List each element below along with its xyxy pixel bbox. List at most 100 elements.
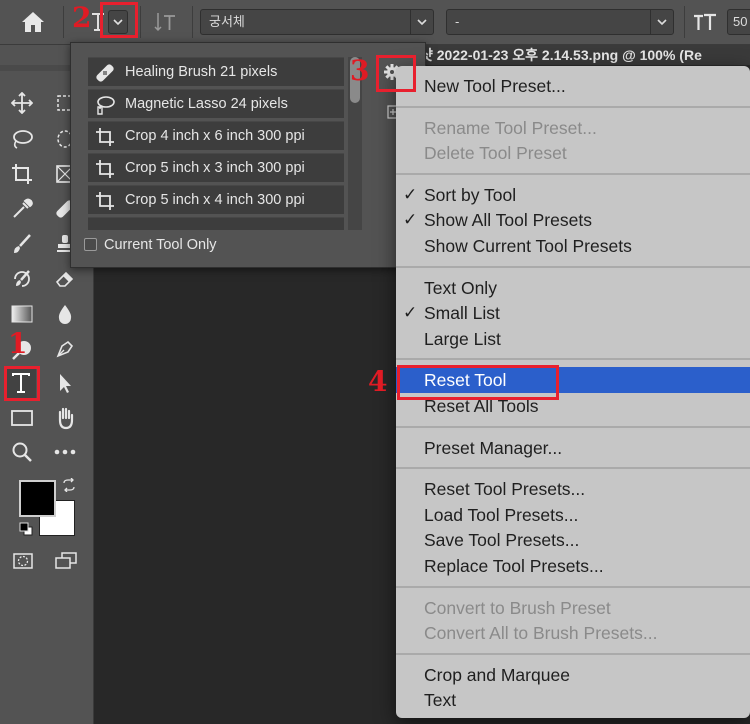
preset-item[interactable]: Crop 4 inch x 6 inch 300 ppi [88,121,344,150]
gradient-tool-icon[interactable] [7,299,37,329]
menu-item-text-only[interactable]: Text Only [396,275,750,301]
home-icon[interactable] [20,10,46,34]
menu-item-label: Replace Tool Presets... [424,556,604,576]
menu-item-save-tool-presets[interactable]: Save Tool Presets... [396,527,750,553]
document-tab[interactable]: 샷 2022-01-23 오후 2.14.53.png @ 100% (Re [420,46,750,65]
menu-item-label: Large List [424,328,501,349]
menu-item-label: New Tool Preset... [424,76,566,96]
menu-item-new-tool-preset[interactable]: New Tool Preset... [396,73,750,99]
menu-item-load-tool-presets[interactable]: Load Tool Presets... [396,502,750,528]
font-size-input[interactable]: 50 [727,9,750,35]
menu-item-label: Text [424,690,457,711]
annotation-step-2: 2 [72,1,92,34]
menu-item-rename-tool-preset: Rename Tool Preset... [396,115,750,141]
menu-item-show-all-tool-presets[interactable]: ✓ Show All Tool Presets [396,207,750,233]
history-brush-tool-icon[interactable] [7,264,37,294]
menu-item-preset-manager[interactable]: Preset Manager... [396,435,750,461]
move-tool-icon[interactable] [7,88,37,118]
menu-item-label: Show All Tool Presets [424,210,592,231]
annotation-step-3: 3 [350,54,370,87]
menu-separator [396,467,750,470]
zoom-tool-icon[interactable] [7,437,37,467]
path-selection-tool-icon[interactable] [50,368,80,398]
menu-item-label: Show Current Tool Presets [424,236,632,256]
quick-mask-icon[interactable] [8,546,38,576]
brush-tool-icon[interactable] [7,229,37,259]
preset-item[interactable]: Healing Brush 21 pixels [88,57,344,86]
menu-item-sort-by-tool[interactable]: ✓ Sort by Tool [396,182,750,208]
default-colors-icon[interactable] [19,522,33,536]
menu-separator [396,105,750,108]
menu-item-label: Load Tool Presets... [424,504,579,525]
menu-item-reset-tool-presets[interactable]: Reset Tool Presets... [396,476,750,502]
bandage-icon [94,62,116,84]
menu-separator [396,265,750,268]
tool-preset-panel: Healing Brush 21 pixels Magnetic Lasso 2… [70,42,426,268]
preset-item-label: Crop 5 inch x 4 inch 300 ppi [125,192,305,208]
menu-separator [396,425,750,428]
eraser-tool-icon[interactable] [50,264,80,294]
menu-item-small-list[interactable]: ✓ Small List [396,300,750,326]
menu-item-large-list[interactable]: Large List [396,326,750,352]
current-tool-only-checkbox[interactable] [84,238,97,251]
checkmark-icon: ✓ [403,184,418,204]
menu-item-crop-and-marquee[interactable]: Crop and Marquee [396,662,750,688]
font-family-select[interactable]: 궁서체 [200,9,434,35]
font-size-value: 50 [733,14,748,29]
menu-item-label: Sort by Tool [424,184,517,205]
preset-item-label: Healing Brush 21 pixels [125,64,278,80]
menu-separator [396,652,750,655]
magnetic-lasso-icon [94,94,116,116]
font-style-value: - [455,14,460,29]
preset-item-label: Crop 4 inch x 6 inch 300 ppi [125,128,305,144]
rectangle-tool-icon[interactable] [7,403,37,433]
hand-tool-icon[interactable] [50,403,80,433]
annotation-step-1: 1 [8,327,28,360]
menu-item-label: Preset Manager... [424,437,563,458]
blur-tool-icon[interactable] [50,299,80,329]
menu-item-delete-tool-preset: Delete Tool Preset [396,140,750,166]
chevron-down-icon [410,10,433,34]
crop-tool-icon[interactable] [7,159,37,189]
menu-item-label: Text Only [424,277,497,298]
menu-separator [396,358,750,361]
menu-item-show-current-tool-presets[interactable]: Show Current Tool Presets [396,233,750,259]
menu-item-label: Convert All to Brush Presets... [424,623,658,644]
annotation-box-type-tool [4,366,40,401]
crop-icon [94,126,116,148]
preset-item-label: Crop 5 inch x 3 inch 300 ppi [125,160,305,176]
crop-icon [94,190,116,212]
font-style-select[interactable]: - [446,9,674,35]
menu-item-label: Rename Tool Preset... [424,117,597,138]
eyedropper-tool-icon[interactable] [7,194,37,224]
screen-mode-icon[interactable] [51,546,81,576]
menu-item-label: Delete Tool Preset [424,143,567,164]
checkmark-icon: ✓ [403,210,418,230]
preset-item[interactable]: Crop 5 inch x 4 inch 300 ppi [88,185,344,214]
preset-item-partial[interactable] [88,217,344,230]
menu-item-label: Save Tool Presets... [424,530,580,551]
menu-item-label: Crop and Marquee [424,664,570,685]
menu-item-replace-tool-presets[interactable]: Replace Tool Presets... [396,553,750,579]
more-tools-icon[interactable] [50,437,80,467]
font-family-value: 궁서체 [209,14,245,29]
menu-separator [396,172,750,175]
checkmark-icon: ✓ [403,303,418,323]
menu-item-convert-to-brush-preset: Convert to Brush Preset [396,595,750,621]
preset-item[interactable]: Crop 5 inch x 3 inch 300 ppi [88,153,344,182]
preset-list: Healing Brush 21 pixels Magnetic Lasso 2… [71,43,371,230]
menu-item-convert-all-to-brush-presets: Convert All to Brush Presets... [396,620,750,646]
swap-colors-icon[interactable] [62,477,76,493]
annotation-step-4: 4 [368,365,388,398]
annotation-box-reset-tool [397,365,559,400]
preset-item[interactable]: Magnetic Lasso 24 pixels [88,89,344,118]
foreground-color-swatch[interactable] [19,480,56,517]
text-orientation-icon[interactable] [152,10,178,34]
menu-item-label: Small List [424,303,500,324]
chevron-down-icon [650,10,673,34]
menu-item-text[interactable]: Text [396,687,750,713]
pen-tool-icon[interactable] [50,334,80,364]
menu-item-label: Convert to Brush Preset [424,597,611,618]
lasso-tool-icon[interactable] [7,124,37,154]
font-size-icon [692,11,718,33]
